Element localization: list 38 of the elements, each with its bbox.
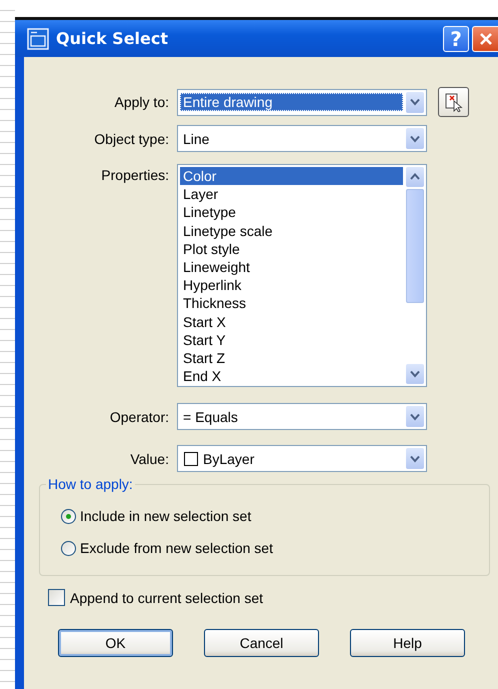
scroll-thumb[interactable]	[406, 189, 424, 303]
apply-to-dropdown[interactable]: Entire drawing	[177, 88, 427, 116]
list-item[interactable]: Thickness	[180, 294, 403, 312]
list-item[interactable]: End X	[180, 367, 403, 386]
list-item[interactable]: Linetype scale	[180, 222, 403, 240]
dialog-button[interactable]: OK	[58, 629, 173, 657]
radio-option[interactable]: Exclude from new selection set	[61, 537, 489, 559]
list-item[interactable]: Start Y	[180, 330, 403, 349]
list-item[interactable]: Start Z	[180, 348, 403, 368]
object-type-dropdown[interactable]: Line	[177, 125, 427, 152]
field-label: Properties:	[100, 166, 170, 183]
dialog-button[interactable]: Help	[350, 629, 465, 657]
field-label: Value:	[129, 450, 170, 466]
close-button[interactable]	[472, 26, 498, 52]
list-item[interactable]: Plot style	[180, 240, 403, 258]
scroll-up-icon	[406, 167, 424, 187]
cursor-select-icon	[444, 92, 464, 112]
list-item[interactable]: Start X	[180, 312, 403, 331]
radio-option[interactable]: Include in new selection set	[61, 505, 489, 527]
scroll-down-icon	[406, 364, 424, 384]
dialog-button[interactable]: Cancel	[204, 629, 319, 657]
window-title: Quick Select	[56, 29, 170, 48]
field-label: Apply to:	[114, 94, 170, 110]
group-title: How to apply:	[46, 476, 135, 492]
value-dropdown[interactable]: ByLayer	[177, 445, 427, 472]
scrollbar[interactable]	[406, 167, 424, 384]
list-item[interactable]: Color	[180, 167, 403, 186]
list-item[interactable]: Hyperlink	[180, 276, 403, 294]
operator-dropdown[interactable]: = Equals	[177, 403, 427, 430]
list-item[interactable]: Layer	[180, 185, 403, 204]
select-objects-button[interactable]	[438, 87, 469, 117]
append-checkbox[interactable]: Append to current selection set	[48, 589, 498, 606]
list-item[interactable]: Lineweight	[180, 258, 403, 276]
close-icon	[478, 32, 492, 46]
field-label: Operator:	[108, 408, 170, 424]
app-icon	[27, 28, 49, 50]
field-label: Object type:	[93, 130, 170, 146]
list-item[interactable]: Linetype	[180, 203, 403, 222]
